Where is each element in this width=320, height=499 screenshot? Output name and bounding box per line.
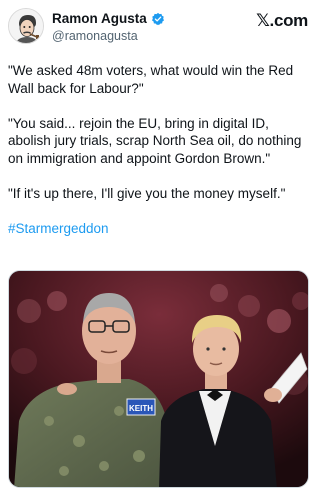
tweet-card: Ramon Agusta @ramonagusta 𝕏.com "We aske…: [0, 0, 316, 499]
verified-badge-icon: [151, 12, 165, 26]
x-logo[interactable]: 𝕏.com: [256, 11, 308, 31]
author-display-name[interactable]: Ramon Agusta: [52, 11, 147, 26]
name-badge-text: KEITH: [129, 404, 153, 413]
author-avatar[interactable]: [8, 8, 44, 44]
tweet-media-image[interactable]: KEITH: [8, 270, 309, 488]
tweet-paragraph: "You said... rejoin the EU, bring in dig…: [8, 115, 302, 166]
author-handle[interactable]: @ramonagusta: [52, 29, 138, 43]
hashtag-link[interactable]: #Starmergeddon: [8, 220, 310, 238]
author-name-row: Ramon Agusta: [52, 11, 165, 26]
tweet-paragraph: "If it's up there, I'll give you the mon…: [8, 185, 286, 201]
tweet-paragraph: "We asked 48m voters, what would win the…: [8, 63, 294, 96]
media-photo: KEITH: [9, 271, 308, 487]
tweet-body: "We asked 48m voters, what would win the…: [8, 62, 310, 255]
tweet-header: Ramon Agusta @ramonagusta 𝕏.com: [8, 8, 308, 48]
